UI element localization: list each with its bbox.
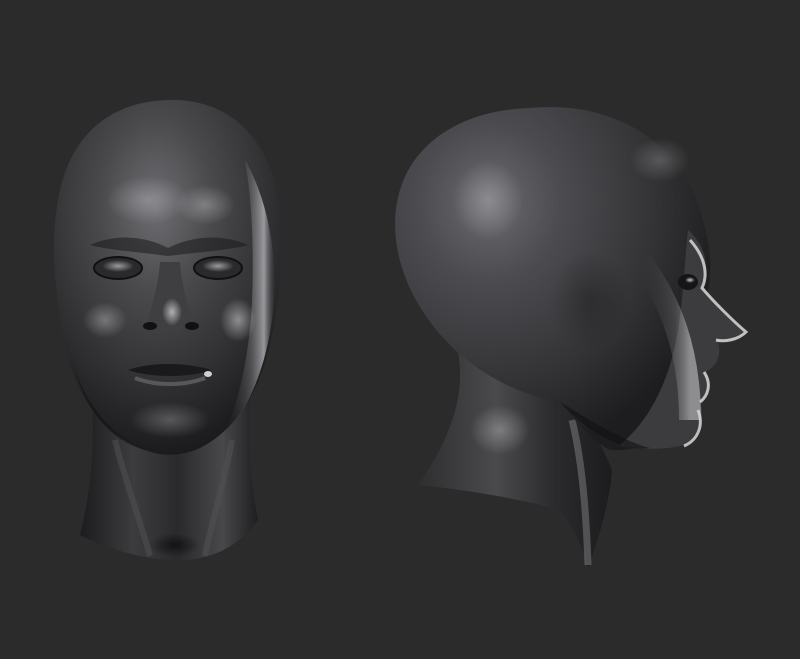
front-view-head <box>54 99 282 561</box>
head-render-svg <box>54 99 749 568</box>
render-viewport <box>0 0 800 659</box>
profile-view-head <box>395 106 749 568</box>
